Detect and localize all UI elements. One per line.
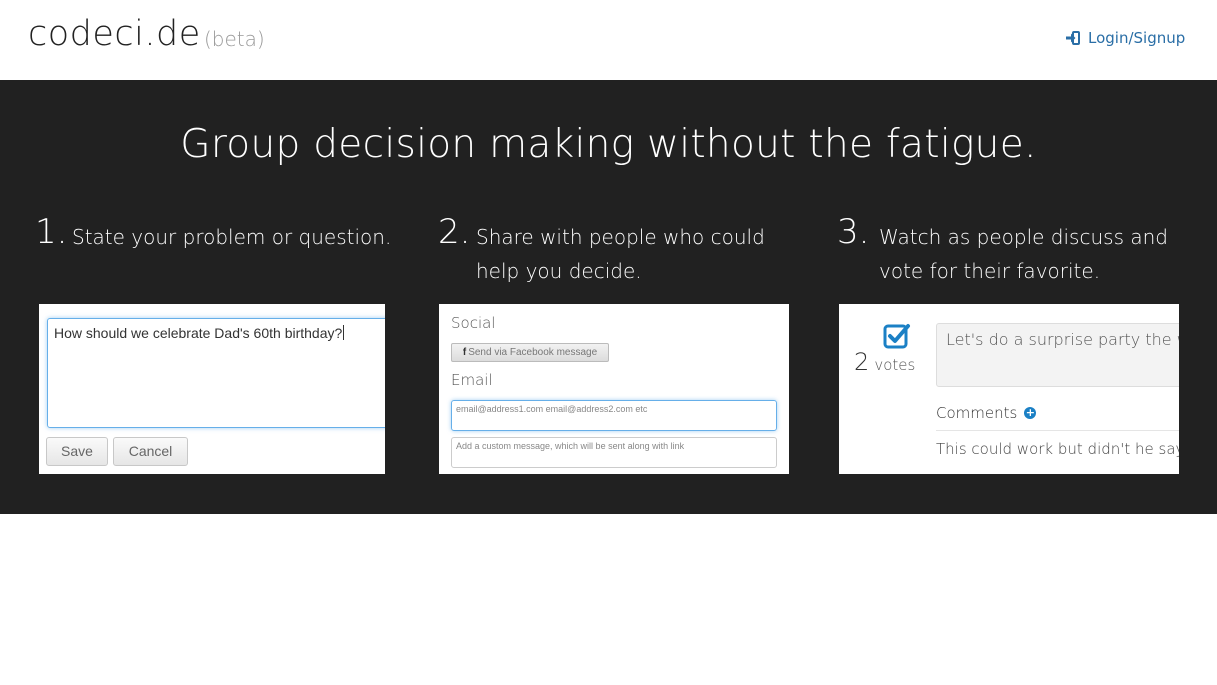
hero-section: Group decision making without the fatigu… <box>0 80 1217 514</box>
step-number: 3. <box>837 212 870 252</box>
step-text: State your problem or question. <box>72 225 392 249</box>
step-text: Watch as people discuss and vote for the… <box>879 225 1168 283</box>
divider <box>936 430 1179 431</box>
email-input[interactable]: email@address1.com email@address2.com et… <box>451 400 777 431</box>
comments-label: Comments <box>936 404 1018 422</box>
facebook-send-label: Send via Facebook message <box>468 347 598 358</box>
hero-title: Group decision making without the fatigu… <box>180 122 1037 167</box>
cancel-button[interactable]: Cancel <box>113 437 188 466</box>
facebook-send-button[interactable]: f Send via Facebook message <box>451 343 609 362</box>
share-panel: Social f Send via Facebook message Email … <box>439 304 789 474</box>
question-value: How should we celebrate Dad's 60th birth… <box>54 325 343 341</box>
login-signup-link[interactable]: Login/Signup <box>1066 29 1185 47</box>
add-comment-plus-icon[interactable]: + <box>1024 407 1037 419</box>
comment-text: This could work but didn't he say <box>936 440 1179 458</box>
navbar: codeci.de (beta) Login/Signup <box>0 0 1217 80</box>
question-panel: How should we celebrate Dad's 60th birth… <box>39 304 385 474</box>
step-number: 2. <box>438 212 471 252</box>
email-label: Email <box>451 371 493 389</box>
vote-number: 2 <box>854 348 870 376</box>
social-label: Social <box>451 314 496 332</box>
vote-count: 2 votes <box>854 348 915 376</box>
sign-in-icon <box>1066 31 1080 45</box>
custom-message-input[interactable]: Add a custom message, which will be sent… <box>451 437 777 468</box>
votes-word: votes <box>874 356 916 374</box>
voting-panel: 2 votes Let's do a surprise party the w … <box>839 304 1179 474</box>
question-input[interactable]: How should we celebrate Dad's 60th birth… <box>47 318 385 428</box>
text-caret <box>343 325 345 340</box>
idea-text-box: Let's do a surprise party the w <box>936 323 1179 387</box>
step-number: 1. <box>35 212 68 252</box>
comments-header: Comments + <box>936 404 1037 422</box>
save-button[interactable]: Save <box>46 437 108 466</box>
facebook-icon: f <box>462 347 467 358</box>
checked-checkbox-icon[interactable] <box>883 323 911 349</box>
beta-label: (beta) <box>204 27 265 51</box>
step-text: Share with people who could help you dec… <box>476 225 765 283</box>
login-signup-label: Login/Signup <box>1088 29 1186 47</box>
brand-logo[interactable]: codeci.de <box>28 14 201 54</box>
